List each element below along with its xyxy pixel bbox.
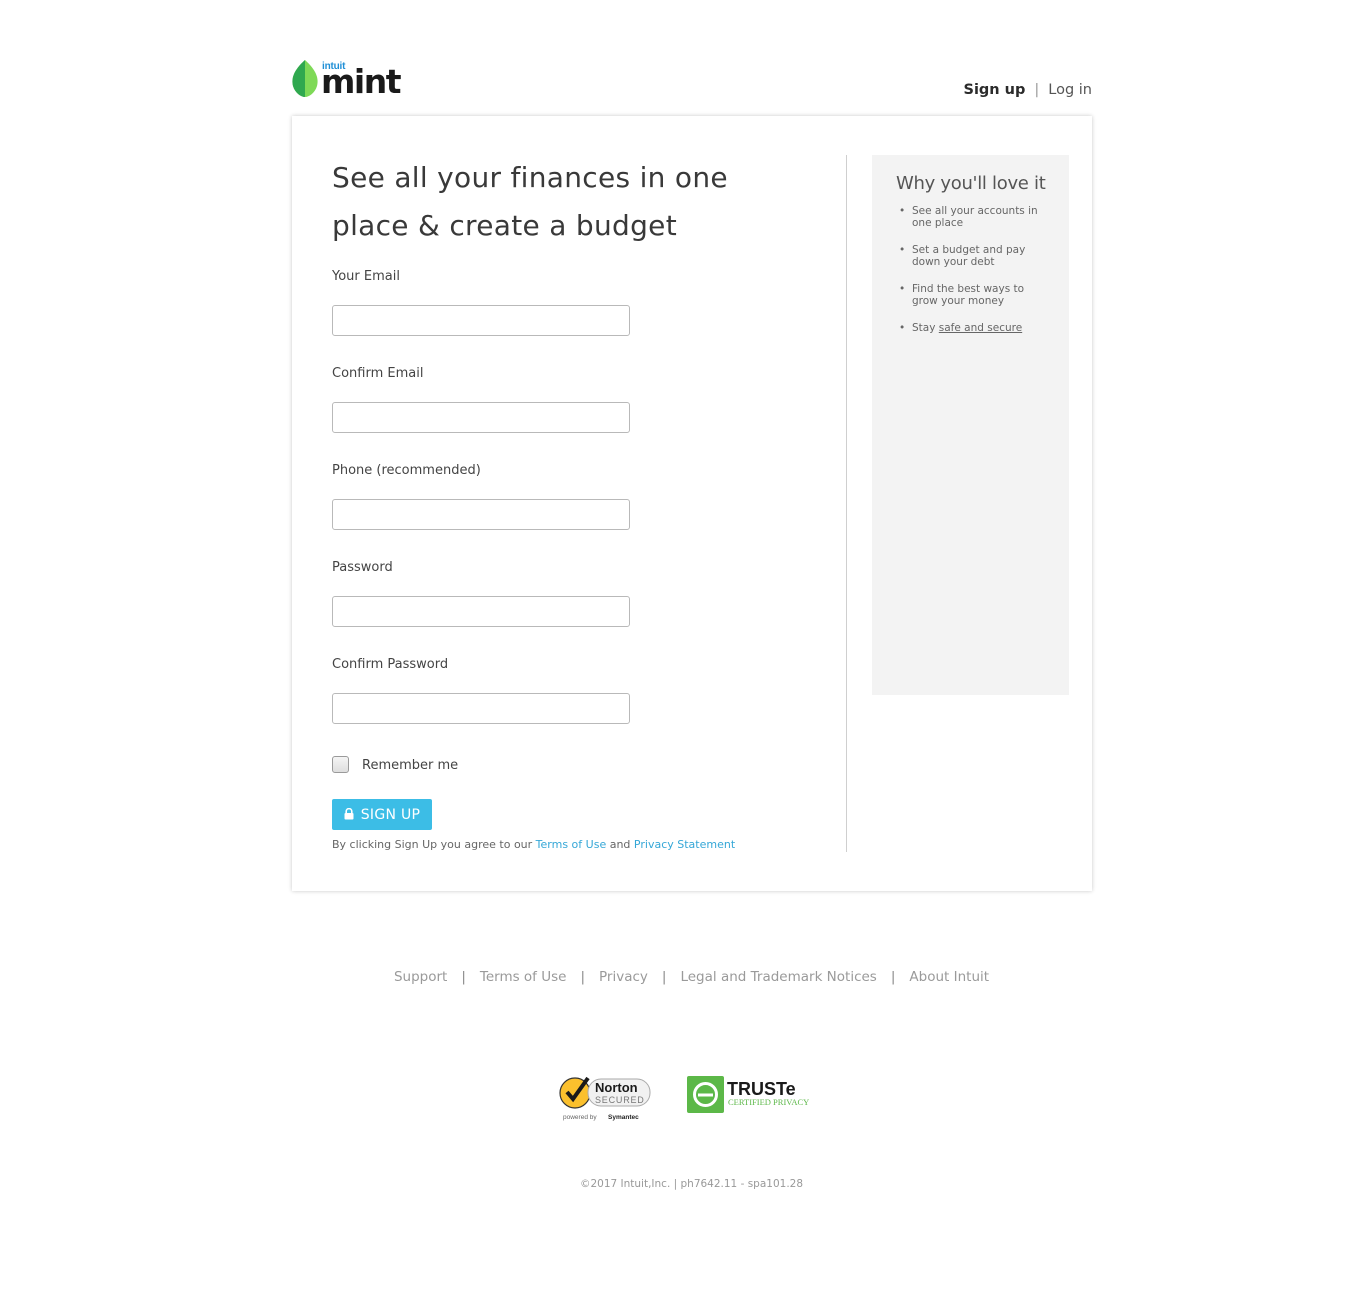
mint-leaf-icon [292, 60, 318, 97]
benefit-text: Set a budget and pay down your debt [912, 244, 1026, 268]
benefits-list: • See all your accounts in one place • Set… [896, 205, 1046, 349]
confirm-password-label: Confirm Password [332, 657, 449, 672]
truste-sub: CERTIFIED PRIVACY [728, 1097, 809, 1107]
footer-separator: | [661, 969, 667, 985]
footer-legal-link[interactable]: Legal and Trademark Notices [680, 969, 876, 985]
norton-name: Norton [595, 1080, 638, 1095]
footer-links: Support | Terms of Use | Privacy | Legal and T… [0, 969, 1349, 985]
mint-logo[interactable]: intuit mint [291, 59, 401, 101]
truste-certified-badge[interactable]: TRUSTe CERTIFIED PRIVACY [687, 1076, 813, 1114]
safe-and-secure-link[interactable]: safe and secure [939, 322, 1022, 334]
mint-wordmark: mint [321, 62, 401, 101]
list-item: • Set a budget and pay down your debt [899, 244, 1026, 268]
confirm-password-field[interactable] [332, 693, 630, 724]
nav-login-link[interactable]: Log in [1048, 82, 1092, 98]
benefits-panel: Why you'll love it • See all your account… [872, 155, 1069, 695]
norton-powered-by: powered by [563, 1114, 597, 1121]
email-field[interactable] [332, 305, 630, 336]
confirm-email-label: Confirm Email [332, 366, 424, 381]
footer-privacy-link[interactable]: Privacy [599, 969, 648, 985]
signup-card: See all your finances in one place & cre… [292, 116, 1092, 891]
footer-separator: | [890, 969, 896, 985]
sign-up-button[interactable]: SIGN UP [332, 799, 432, 830]
email-label: Your Email [332, 269, 400, 284]
benefit-text: Stay [912, 322, 936, 334]
copyright: ©2017 Intuit,Inc. | ph7642.11 - spa101.2… [579, 1178, 804, 1190]
list-item: • Stay safe and secure [899, 322, 1023, 334]
list-item: • Find the best ways to grow your money [899, 283, 1025, 307]
password-label: Password [332, 560, 393, 575]
terms-prefix: By clicking Sign Up you agree to our [332, 838, 533, 851]
remember-me-checkbox[interactable] [332, 756, 349, 773]
truste-name: TRUSTe [727, 1079, 796, 1099]
list-item: • See all your accounts in one place [899, 205, 1038, 229]
benefit-text: Find the best ways to grow your money [912, 283, 1025, 307]
footer-separator: | [461, 969, 466, 985]
privacy-statement-link[interactable]: Privacy Statement [634, 838, 735, 851]
benefit-text: See all your accounts in one place [912, 205, 1038, 229]
benefits-title: Why you'll love it [896, 173, 1046, 194]
footer-separator: | [580, 969, 586, 985]
phone-field[interactable] [332, 499, 630, 530]
norton-symantec: Symantec [608, 1114, 639, 1121]
top-nav: Sign up | Log in [964, 82, 1093, 98]
norton-secured: SECURED [595, 1095, 645, 1105]
phone-label: Phone (recommended) [332, 463, 481, 478]
lock-icon [344, 807, 354, 819]
remember-me-label: Remember me [362, 758, 459, 773]
nav-signup-link[interactable]: Sign up [964, 82, 1026, 98]
footer-about-link[interactable]: About Intuit [909, 969, 989, 985]
terms-text: By clicking Sign Up you agree to our Ter… [332, 838, 735, 851]
nav-separator: | [1034, 82, 1040, 98]
footer-terms-link[interactable]: Terms of Use [480, 969, 567, 985]
norton-secured-badge[interactable]: Norton SECURED powered by Symantec [558, 1072, 654, 1124]
vertical-divider [846, 155, 847, 852]
confirm-email-field[interactable] [332, 402, 630, 433]
terms-of-use-link[interactable]: Terms of Use [536, 838, 607, 851]
password-field[interactable] [332, 596, 630, 627]
footer-support-link[interactable]: Support [394, 969, 447, 985]
page-title: See all your finances in one place & cre… [332, 161, 728, 242]
terms-and: and [609, 838, 631, 851]
sign-up-button-label: SIGN UP [360, 806, 421, 823]
